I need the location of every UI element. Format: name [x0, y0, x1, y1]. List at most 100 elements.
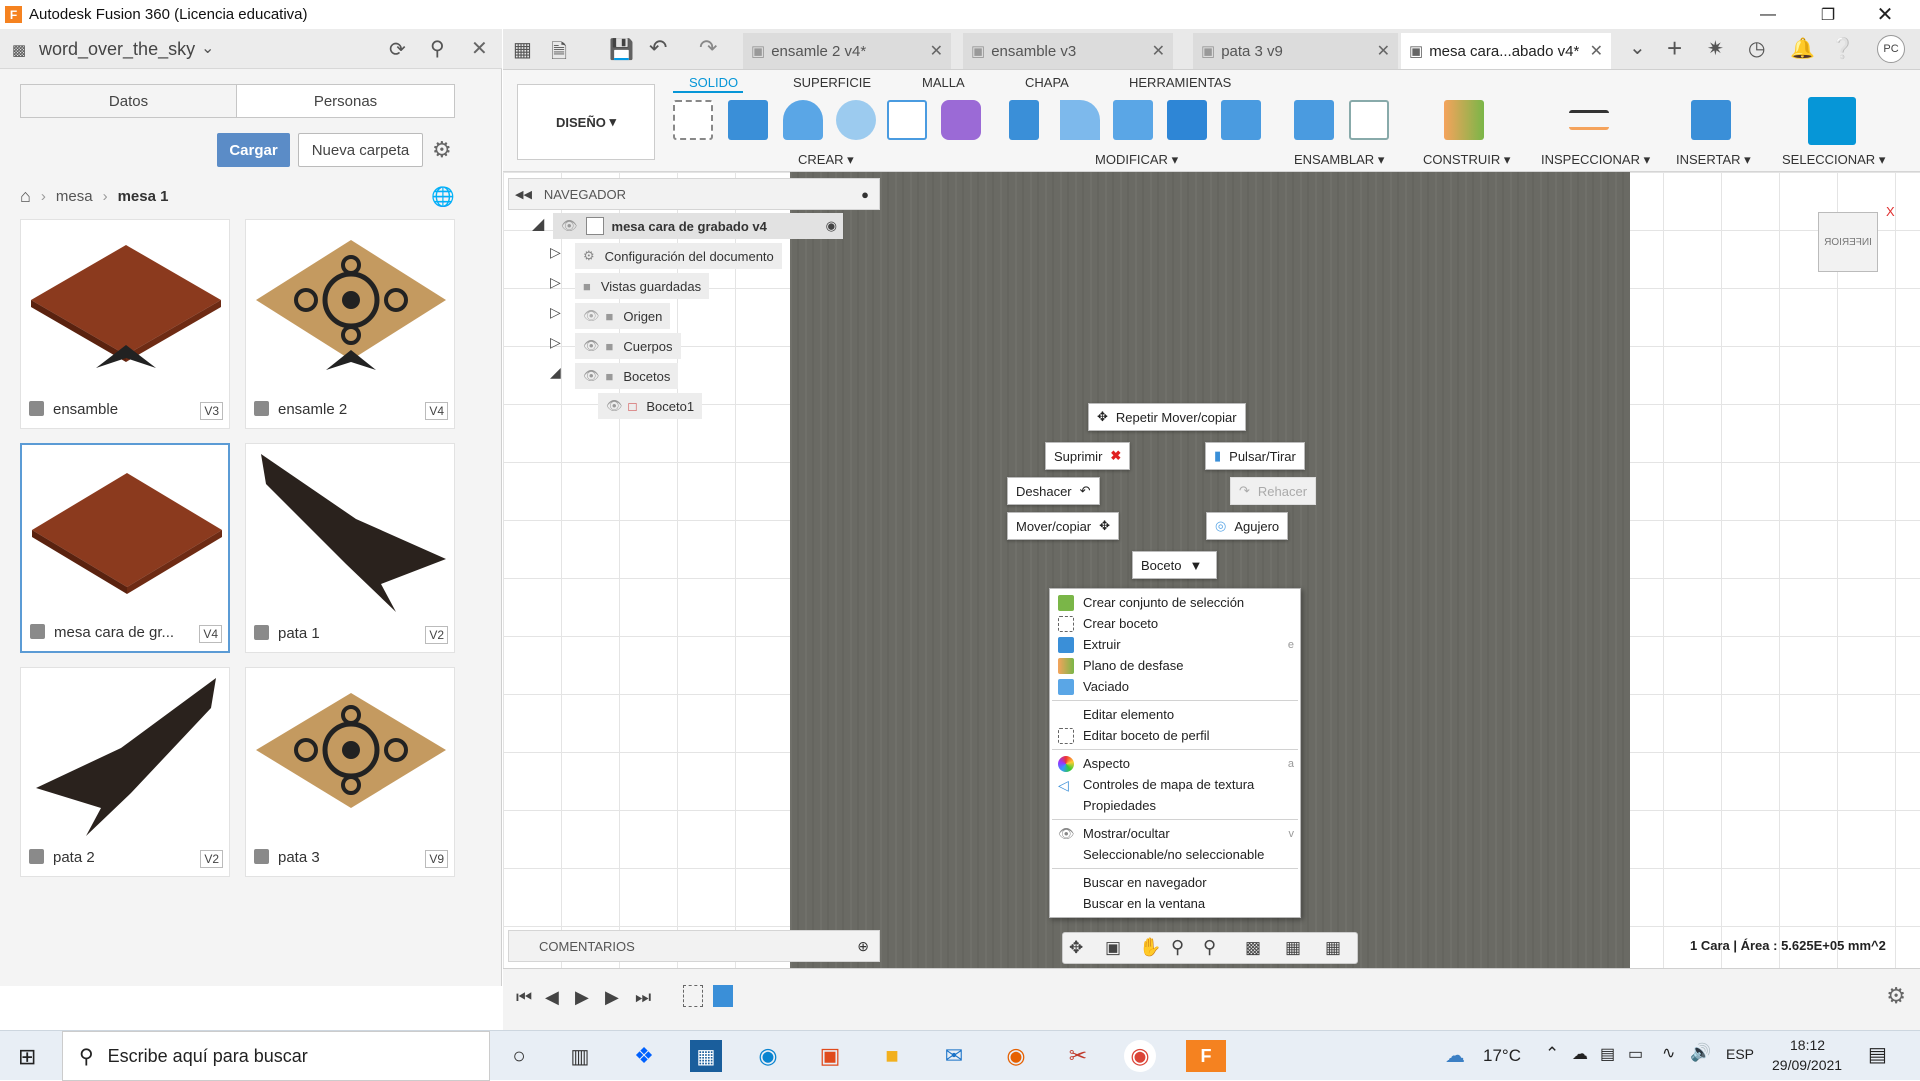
measure-icon[interactable]: [1569, 110, 1609, 130]
version-badge[interactable]: V9: [425, 850, 448, 868]
menu-item-properties[interactable]: Propiedades: [1050, 795, 1300, 816]
menu-item-extrude[interactable]: Extruir e: [1050, 634, 1300, 655]
pattern-icon[interactable]: [887, 100, 927, 140]
tree-item[interactable]: 👁 ■ Cuerpos: [575, 333, 681, 359]
press-pull-button[interactable]: ▮ Pulsar/Tirar: [1205, 442, 1305, 470]
menu-item-find-in-browser[interactable]: Buscar en navegador: [1050, 872, 1300, 893]
device-icon[interactable]: ▤: [1600, 1044, 1615, 1064]
browser-header[interactable]: ◀◀ NAVEGADOR ●: [508, 178, 880, 210]
group-modificar[interactable]: MODIFICAR ▾: [1095, 152, 1178, 168]
clock-date[interactable]: 29/09/2021: [1772, 1057, 1842, 1073]
battery-icon[interactable]: ▭: [1628, 1044, 1643, 1064]
undo-icon[interactable]: ↶: [649, 35, 667, 61]
group-seleccionar[interactable]: SELECCIONAR ▾: [1782, 152, 1885, 168]
mail-icon[interactable]: ✉: [938, 1040, 970, 1072]
file-card[interactable]: pata 1 V2: [245, 443, 455, 653]
chevron-up-icon[interactable]: ⌃: [1545, 1044, 1559, 1064]
group-ensamblar[interactable]: ENSAMBLAR ▾: [1294, 152, 1384, 168]
tab-herramientas[interactable]: HERRAMIENTAS: [1129, 75, 1231, 90]
menu-item-create-selection-set[interactable]: Crear conjunto de selección: [1050, 592, 1300, 613]
breadcrumb-item[interactable]: mesa: [56, 188, 93, 205]
combine-icon[interactable]: [1167, 100, 1207, 140]
menu-item-show-hide[interactable]: 👁 Mostrar/ocultar v: [1050, 823, 1300, 844]
eye-icon[interactable]: 👁: [606, 398, 623, 414]
collapse-triangle-icon[interactable]: ◢: [550, 364, 561, 381]
workspace-switcher[interactable]: DISEÑO ▾: [517, 84, 655, 160]
new-tab-plus-icon[interactable]: +: [1667, 33, 1682, 64]
apps-grid-icon[interactable]: ▦: [513, 37, 532, 62]
expand-triangle-icon[interactable]: ▷: [550, 334, 561, 351]
group-insertar[interactable]: INSERTAR ▾: [1676, 152, 1751, 168]
joint-icon[interactable]: [1349, 100, 1389, 140]
orbit-icon[interactable]: ✥: [1069, 938, 1083, 958]
menu-item-appearance[interactable]: Aspecto a: [1050, 753, 1300, 774]
eye-icon[interactable]: 👁: [583, 338, 600, 354]
group-inspeccionar[interactable]: INSPECCIONAR ▾: [1541, 152, 1650, 168]
align-icon[interactable]: [1221, 100, 1261, 140]
extensions-icon[interactable]: ✷: [1707, 36, 1724, 61]
file-card-selected[interactable]: mesa cara de gr... V4: [20, 443, 230, 653]
grid-settings-icon[interactable]: ▦: [1285, 938, 1301, 958]
file-card[interactable]: ensamle 2 V4: [245, 219, 455, 429]
tab-ensamle-2[interactable]: ▣ ensamle 2 v4* ✕: [743, 33, 951, 69]
collapse-icon[interactable]: ◀◀: [515, 188, 532, 201]
tab-superficie[interactable]: SUPERFICIE: [793, 75, 871, 90]
tab-solido[interactable]: SOLIDO: [689, 75, 738, 90]
upload-button[interactable]: Cargar: [217, 133, 290, 167]
timeline-sketch-feature-icon[interactable]: [683, 985, 703, 1007]
language-indicator[interactable]: ESP: [1726, 1046, 1754, 1062]
volume-icon[interactable]: 🔊: [1690, 1043, 1711, 1063]
version-badge[interactable]: V2: [200, 850, 223, 868]
tab-malla[interactable]: MALLA: [922, 75, 965, 90]
tree-root[interactable]: 👁 mesa cara de grabado v4 ◉: [553, 213, 843, 239]
tab-pata-3[interactable]: ▣ pata 3 v9 ✕: [1193, 33, 1398, 69]
tree-item[interactable]: ■ Vistas guardadas: [575, 273, 710, 299]
redo-icon[interactable]: ↷: [699, 35, 717, 61]
taskbar-search-box[interactable]: ⚲ Escribe aquí para buscar: [62, 1031, 490, 1081]
snipping-tool-icon[interactable]: ✂: [1062, 1040, 1094, 1072]
tab-personas[interactable]: Personas: [236, 84, 455, 118]
tab-ensamble[interactable]: ▣ ensamble v3 ✕: [963, 33, 1173, 69]
expand-triangle-icon[interactable]: ▷: [550, 304, 561, 321]
minimize-panel-icon[interactable]: ●: [861, 187, 869, 202]
delete-button[interactable]: Suprimir ✖: [1045, 442, 1131, 470]
offset-plane-icon[interactable]: [1444, 100, 1484, 140]
help-icon[interactable]: ❔: [1830, 36, 1855, 61]
group-construir[interactable]: CONSTRUIR ▾: [1423, 152, 1510, 168]
tab-mesa-cara[interactable]: ▣ mesa cara...abado v4* ✕: [1401, 33, 1611, 69]
tree-item[interactable]: 👁 ■ Bocetos: [575, 363, 679, 389]
menu-item-find-in-window[interactable]: Buscar en la ventana: [1050, 893, 1300, 914]
display-settings-icon[interactable]: ▩: [1245, 938, 1261, 958]
comments-panel-header[interactable]: COMENTARIOS ⊕: [508, 930, 880, 962]
weather-temp[interactable]: 17°C: [1483, 1046, 1521, 1066]
refresh-icon[interactable]: ⟳: [389, 37, 406, 62]
minimize-button[interactable]: —: [1745, 0, 1791, 29]
create-sketch-icon[interactable]: [673, 100, 713, 140]
home-icon[interactable]: ⌂: [20, 186, 31, 207]
project-name[interactable]: word_over_the_sky: [39, 39, 195, 60]
pan-hand-icon[interactable]: ✋: [1139, 937, 1161, 958]
job-status-icon[interactable]: ◷: [1748, 36, 1765, 61]
repeat-move-button[interactable]: ✥ Repetir Mover/copiar: [1088, 403, 1246, 431]
insert-image-icon[interactable]: [1691, 100, 1731, 140]
revolve-icon[interactable]: [783, 100, 823, 140]
undo-button[interactable]: Deshacer ↶: [1007, 477, 1100, 505]
cortana-icon[interactable]: ○: [503, 1040, 535, 1072]
menu-item-shell[interactable]: Vaciado: [1050, 676, 1300, 697]
select-icon[interactable]: [1808, 97, 1856, 145]
windows-start-icon[interactable]: ⊞: [18, 1044, 36, 1070]
timeline-settings-gear-icon[interactable]: ⚙: [1886, 983, 1906, 1009]
clock-time[interactable]: 18:12: [1790, 1037, 1825, 1053]
version-badge[interactable]: V3: [200, 402, 223, 420]
onedrive-icon[interactable]: ☁: [1572, 1044, 1588, 1064]
chevron-down-icon[interactable]: ⌄: [201, 38, 214, 58]
file-menu-icon[interactable]: 🗎: [551, 37, 567, 71]
tab-overflow-chevron-icon[interactable]: ⌄: [1629, 35, 1646, 60]
tab-datos[interactable]: Datos: [20, 84, 237, 118]
step-back-icon[interactable]: ◀: [545, 987, 559, 1008]
expand-triangle-icon[interactable]: ▷: [550, 244, 561, 261]
go-to-end-icon[interactable]: ⏭: [635, 987, 651, 1008]
close-tab-icon[interactable]: ✕: [930, 41, 943, 61]
hole-button[interactable]: ◎ Agujero: [1206, 512, 1289, 540]
hole-icon[interactable]: [836, 100, 876, 140]
